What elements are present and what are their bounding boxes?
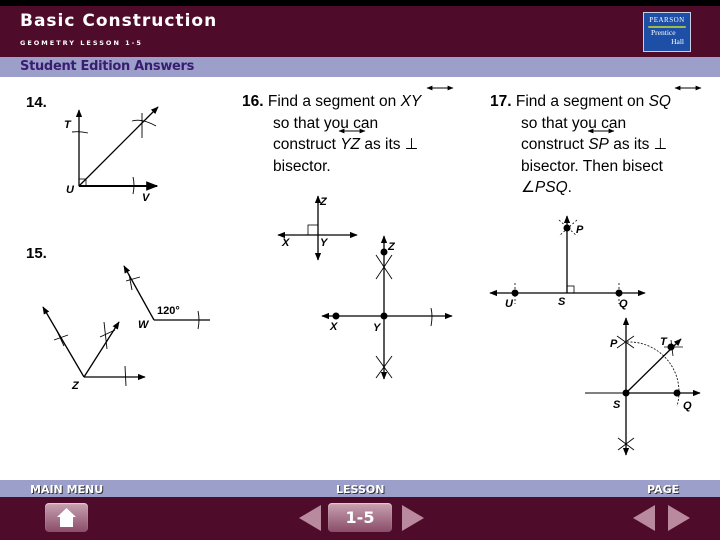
footer-nav: 1-5 (0, 497, 720, 540)
label-u: U (66, 184, 75, 196)
lesson-next-button[interactable] (400, 503, 426, 533)
label-q17b: Q (683, 400, 692, 412)
diagram-14 (71, 106, 159, 195)
label-s17a: S (558, 296, 566, 308)
label-u17: U (505, 298, 514, 310)
label-120: 120° (157, 305, 180, 317)
page-next-button[interactable] (666, 503, 692, 533)
lesson-label: LESSON (336, 483, 385, 496)
label-z16b: Z (387, 241, 396, 253)
label-t: T (64, 119, 72, 131)
point-q (615, 289, 623, 297)
point-p (563, 224, 571, 232)
point-y (380, 312, 388, 320)
point-x (332, 312, 340, 320)
lesson-number-button[interactable]: 1-5 (328, 503, 392, 532)
label-y16b: Y (373, 322, 382, 334)
page-label: PAGE (647, 483, 680, 496)
diagram-16-construction (321, 235, 453, 380)
diagram-17-construction (585, 317, 701, 456)
label-p17a: P (576, 224, 584, 236)
label-q17a: Q (619, 298, 628, 310)
construction-diagrams: T U V W 120° Z Z X Y Z X Y P U S Q P T S… (42, 85, 702, 456)
label-t17: T (660, 336, 668, 348)
point-t (667, 343, 675, 351)
diagram-16-given (277, 195, 358, 261)
label-p17b: P (610, 338, 618, 350)
lesson-prev-button[interactable] (297, 503, 323, 533)
label-w: W (138, 319, 150, 331)
label-x16b: X (329, 321, 338, 333)
label-z16a: Z (319, 196, 328, 208)
label-v: V (142, 192, 151, 204)
label-x16a: X (281, 237, 290, 249)
main-menu-label: MAIN MENU (30, 483, 104, 496)
point-u (511, 289, 519, 297)
label-z15: Z (71, 380, 80, 392)
point-s (622, 389, 630, 397)
diagram-15 (42, 265, 210, 387)
main-menu-button[interactable] (45, 503, 88, 532)
page-prev-button[interactable] (631, 503, 657, 533)
label-s17b: S (613, 399, 621, 411)
label-y16a: Y (320, 237, 329, 249)
footer-band: MAIN MENU LESSON PAGE (0, 480, 720, 497)
point-z (380, 248, 388, 256)
point-q2 (673, 389, 681, 397)
home-icon (57, 508, 76, 527)
